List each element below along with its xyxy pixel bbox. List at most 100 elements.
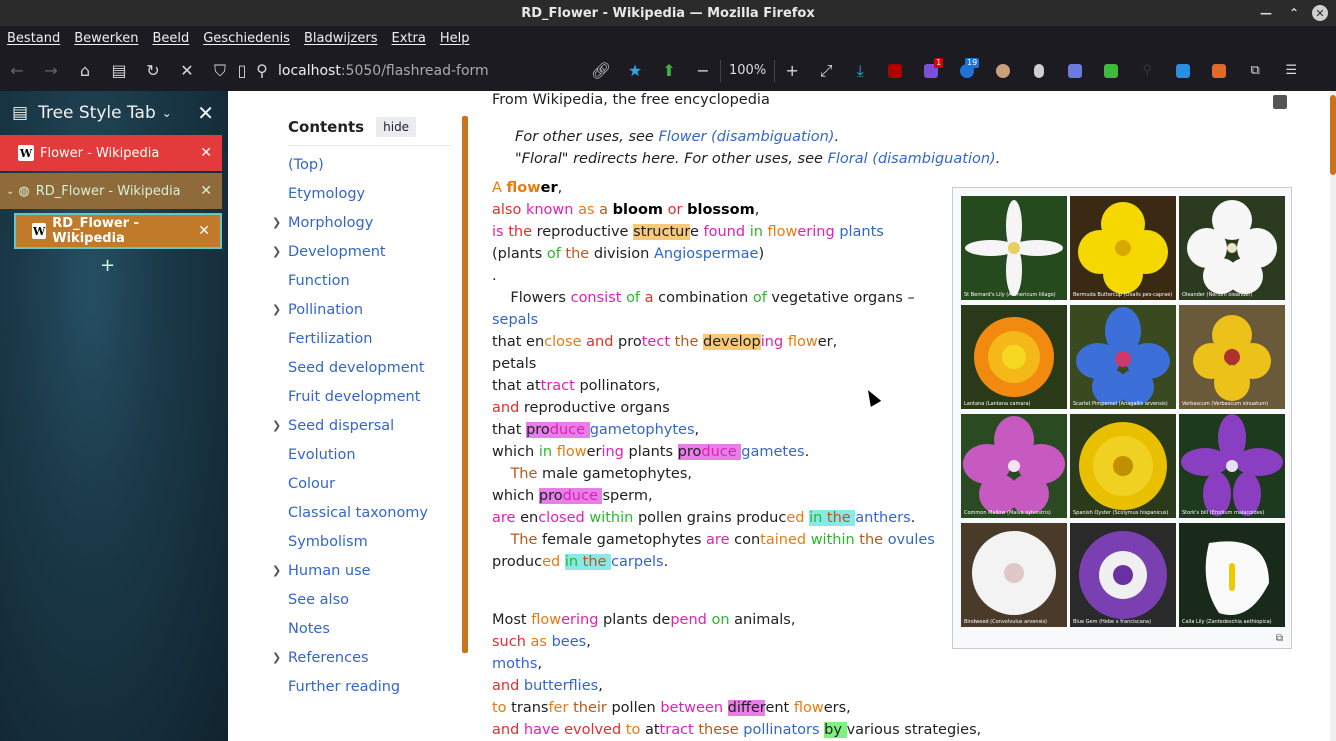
toc-item[interactable]: Fertilization <box>288 331 372 347</box>
toc-hide-button[interactable]: hide <box>376 117 417 137</box>
forward-icon[interactable]: → <box>34 56 68 86</box>
home-icon[interactable]: ⌂ <box>68 56 102 86</box>
expand-arrow-icon[interactable]: ❯ <box>272 216 281 229</box>
toc-item[interactable]: (Top) <box>288 157 324 173</box>
tab-flower-wikipedia[interactable]: W Flower - Wikipedia ✕ <box>0 135 222 171</box>
zoom-level[interactable]: 100% <box>720 59 776 82</box>
menu-help[interactable]: Help <box>433 31 477 46</box>
menu-bewerken[interactable]: Bewerken <box>67 31 145 46</box>
download-icon[interactable]: ⤓ <box>843 56 877 86</box>
twisty-icon[interactable]: ⌄ <box>6 186 14 197</box>
bookmark-star-icon[interactable]: ★ <box>618 56 652 86</box>
menu-bladwijzers[interactable]: Bladwijzers <box>297 31 385 46</box>
mouse-icon[interactable] <box>1021 56 1057 86</box>
gallery-image[interactable]: Verbascum (Verbascum sinuatum) <box>1179 305 1285 409</box>
expand-arrow-icon[interactable]: ❯ <box>272 419 281 432</box>
hamburger-menu-icon[interactable]: ☰ <box>1273 56 1309 86</box>
toc-item[interactable]: Etymology <box>288 186 365 202</box>
toc-item[interactable]: Classical taxonomy <box>288 505 428 521</box>
cloud-icon[interactable] <box>1165 56 1201 86</box>
reload-icon[interactable]: ↻ <box>136 56 170 86</box>
zoom-out-icon[interactable]: − <box>686 56 720 86</box>
lock-icon[interactable] <box>1273 95 1287 109</box>
menu-beeld[interactable]: Beeld <box>145 31 196 46</box>
toc-item[interactable]: Human use <box>288 563 371 579</box>
extension-purple-icon[interactable]: 1 <box>913 56 949 86</box>
url-text[interactable]: localhost:5050/flashread-form <box>278 63 489 79</box>
gallery-image[interactable]: Common Mallow (Malva sylvestris) <box>961 414 1067 518</box>
extension-flag-icon[interactable] <box>1201 56 1237 86</box>
fullscreen-icon[interactable]: ⤢ <box>809 56 843 86</box>
expand-arrow-icon[interactable]: ❯ <box>272 651 281 664</box>
extension-cube-icon[interactable] <box>1057 56 1093 86</box>
toc-item[interactable]: Fruit development <box>288 389 420 405</box>
hatnote-link[interactable]: Flower (disambiguation) <box>658 129 834 145</box>
new-tab-icon[interactable]: + <box>100 255 115 276</box>
expand-arrow-icon[interactable]: ❯ <box>272 564 281 577</box>
menu-bestand[interactable]: Bestand <box>0 31 67 46</box>
upload-arrow-icon[interactable]: ⬆ <box>652 56 686 86</box>
expand-arrow-icon[interactable]: ❯ <box>272 245 281 258</box>
page-scrollbar[interactable] <box>1330 91 1336 741</box>
wikipedia-icon: W <box>18 145 34 161</box>
toc-item[interactable]: See also <box>288 592 349 608</box>
scrollbar-thumb[interactable] <box>1330 95 1336 175</box>
permissions-icon[interactable]: ⚲ <box>252 56 272 86</box>
menu-geschiedenis[interactable]: Geschiedenis <box>196 31 297 46</box>
link-icon[interactable]: 🔗︎ <box>584 56 618 86</box>
gallery-image[interactable]: St Bernard's Lily (Anthericum liliago) <box>961 196 1067 300</box>
enlarge-icon[interactable]: ⧉ <box>1276 633 1283 644</box>
extension-blue-icon[interactable]: 19 <box>949 56 985 86</box>
tab-rd-flower-parent[interactable]: ⌄ ◍ RD_Flower - Wikipedia ✕ <box>0 173 222 209</box>
close-tab-icon[interactable]: ✕ <box>198 223 210 239</box>
gallery-image[interactable]: Bindweed (Convolvulus arvensis) <box>961 523 1067 627</box>
article-text: are enclosed within pollen grains produc… <box>492 510 916 526</box>
toc-item[interactable]: Pollination <box>288 302 363 318</box>
gallery-image[interactable]: Calla Lily (Zantedeschia aethiopica) <box>1179 523 1285 627</box>
hatnote-link[interactable]: Floral (disambiguation) <box>828 151 996 167</box>
close-tab-icon[interactable]: ✕ <box>200 145 212 161</box>
minimize-icon[interactable]: — <box>1256 3 1276 23</box>
gallery-image[interactable]: Lantana (Lantana camara) <box>961 305 1067 409</box>
gallery-caption: Spanish Oyster (Scolymus hispanicus) <box>1073 510 1169 516</box>
toc-item[interactable]: Seed development <box>288 360 425 376</box>
menu-extra[interactable]: Extra <box>385 31 433 46</box>
close-sidebar-icon[interactable]: ✕ <box>197 101 214 125</box>
toc-item[interactable]: Function <box>288 273 350 289</box>
toc-item[interactable]: Further reading <box>288 679 400 695</box>
extension-face-icon[interactable] <box>985 56 1021 86</box>
close-window-icon[interactable]: ✕ <box>1312 5 1328 21</box>
expand-arrow-icon[interactable]: ❯ <box>272 303 281 316</box>
reader-icon[interactable]: ▤ <box>102 56 136 86</box>
gallery-image[interactable]: Oleander (Nerium oleander) <box>1179 196 1285 300</box>
chevron-down-icon[interactable]: ⌄ <box>162 106 172 120</box>
tab-rd-flower-active[interactable]: W RD_Flower - Wikipedia ✕ <box>14 213 222 249</box>
gallery-image[interactable]: Bermuda Buttercup (Oxalis pes-caprae) <box>1070 196 1176 300</box>
toc-item[interactable]: Evolution <box>288 447 356 463</box>
toc-item[interactable]: Seed dispersal <box>288 418 394 434</box>
toc-item[interactable]: References <box>288 650 369 666</box>
maximize-icon[interactable]: ⌃ <box>1284 3 1304 23</box>
back-icon[interactable]: ← <box>0 56 34 86</box>
search-icon[interactable]: ⚲ <box>1129 56 1165 86</box>
url-bar[interactable]: ⛉ ▯ ⚲ localhost:5050/flashread-form <box>208 56 548 86</box>
zoom-in-icon[interactable]: + <box>775 56 809 86</box>
extensions-icon[interactable]: ⧉ <box>1237 56 1273 86</box>
stop-icon[interactable]: ✕ <box>170 56 204 86</box>
close-tab-icon[interactable]: ✕ <box>200 183 212 199</box>
gallery-caption: Stork's bill (Erodium malacoides) <box>1182 510 1265 516</box>
ublock-icon[interactable] <box>877 56 913 86</box>
sidebar-title[interactable]: Tree Style Tab <box>38 103 156 123</box>
toc-item[interactable]: Symbolism <box>288 534 368 550</box>
menu-bar: Bestand Bewerken Beeld Geschiedenis Blad… <box>0 26 1336 50</box>
gallery-image[interactable]: Scarlet Pimpernel (Anagallis arvensis) <box>1070 305 1176 409</box>
extension-green-icon[interactable] <box>1093 56 1129 86</box>
gallery-image[interactable]: Stork's bill (Erodium malacoides) <box>1179 414 1285 518</box>
gallery-image[interactable]: Blue Gem (Hebe x franciscana) <box>1070 523 1176 627</box>
toc-item[interactable]: Morphology <box>288 215 373 231</box>
toc-item[interactable]: Development <box>288 244 386 260</box>
gallery-image[interactable]: Spanish Oyster (Scolymus hispanicus) <box>1070 414 1176 518</box>
shield-icon[interactable]: ⛉ <box>208 56 232 86</box>
toc-item[interactable]: Colour <box>288 476 335 492</box>
toc-item[interactable]: Notes <box>288 621 330 637</box>
